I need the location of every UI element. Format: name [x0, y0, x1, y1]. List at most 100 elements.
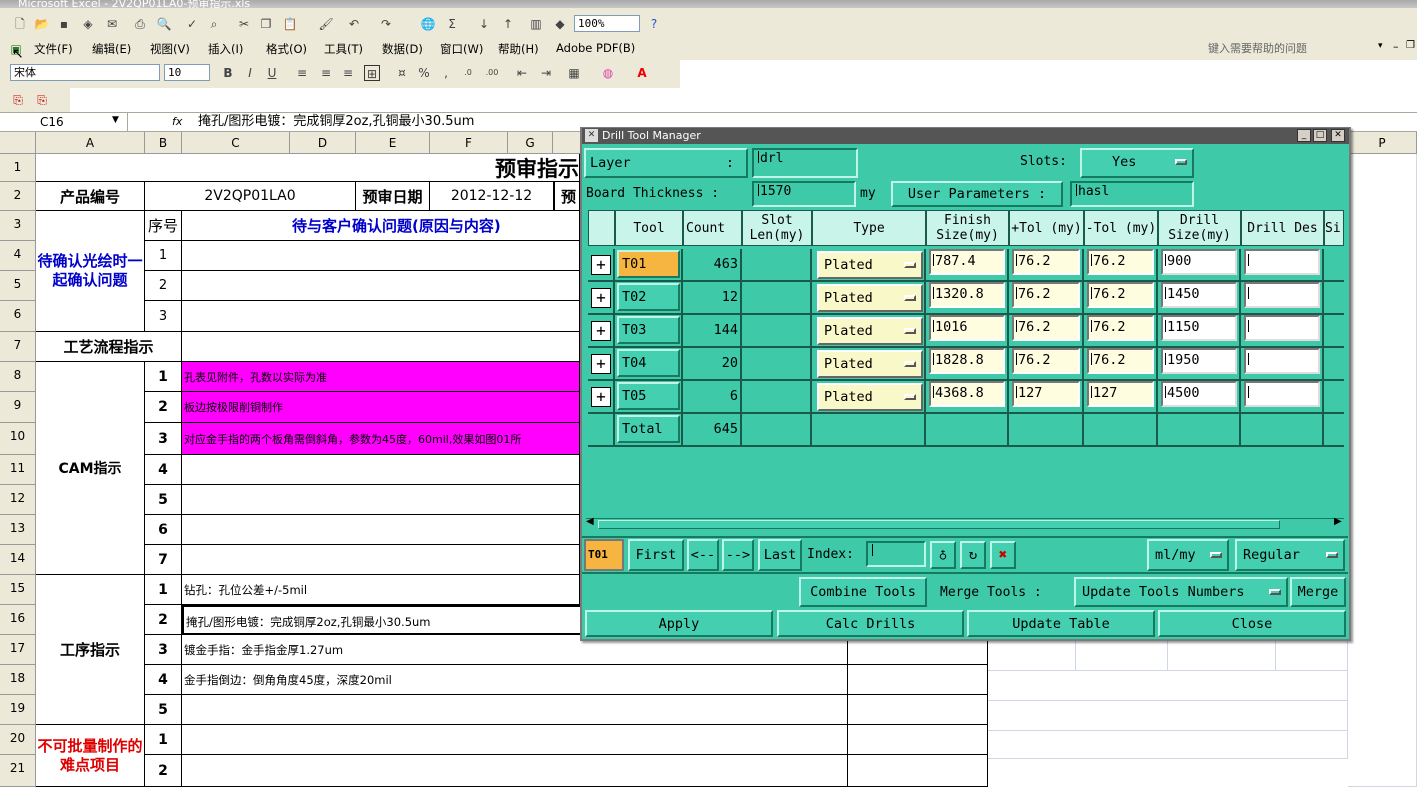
- restore-icon[interactable]: ❐: [1406, 40, 1415, 51]
- permission-icon[interactable]: ◈: [80, 16, 96, 32]
- thickness-input[interactable]: 1570: [752, 181, 856, 207]
- column-header[interactable]: E: [356, 132, 430, 154]
- dialog-close-icon[interactable]: ✕: [1331, 129, 1345, 142]
- save-icon[interactable]: ▪: [56, 16, 72, 32]
- slots-option[interactable]: Yes: [1080, 148, 1194, 178]
- cut-icon[interactable]: ✂: [236, 16, 252, 32]
- row-header[interactable]: 12: [0, 485, 36, 515]
- update-table-button[interactable]: Update Table: [967, 610, 1155, 637]
- find-bulb-icon[interactable]: ♁: [930, 541, 956, 569]
- grid-cell[interactable]: [988, 671, 1348, 701]
- mode-option[interactable]: Regular: [1235, 539, 1345, 571]
- seq-number[interactable]: 1: [145, 241, 182, 271]
- row-header[interactable]: 4: [0, 241, 36, 271]
- drill-des-input[interactable]: [1244, 315, 1320, 341]
- percent-icon[interactable]: %: [416, 65, 432, 81]
- scroll-left-icon[interactable]: ◀: [586, 516, 594, 527]
- cam-item[interactable]: [182, 545, 580, 575]
- hard-items-label[interactable]: 不可批量制作的难点项目: [36, 725, 145, 787]
- cam-item[interactable]: 孔表见附件，孔数以实际为准: [182, 362, 580, 392]
- menu-file[interactable]: 文件(F): [34, 41, 73, 57]
- scroll-thumb[interactable]: [598, 520, 1280, 529]
- header-slot-len[interactable]: Slot Len(my): [742, 210, 812, 246]
- seq-number[interactable]: 2: [145, 392, 182, 423]
- cam-item[interactable]: 对应金手指的两个板角需倒斜角，参数为45度，60mil,效果如图01所: [182, 423, 580, 455]
- date-label[interactable]: 预审日期: [356, 182, 430, 211]
- currency-icon[interactable]: ¤: [394, 65, 410, 81]
- user-parameters-button[interactable]: User Parameters :: [891, 181, 1063, 207]
- decrease-decimal-icon[interactable]: .00: [484, 65, 500, 81]
- print-icon[interactable]: ⎙: [132, 16, 148, 32]
- last-button[interactable]: Last: [758, 539, 802, 571]
- tool-button[interactable]: T01: [617, 250, 680, 278]
- layer-label[interactable]: Layer:: [584, 148, 748, 178]
- apply-button[interactable]: Apply: [585, 610, 773, 637]
- units-option[interactable]: ml/my: [1147, 539, 1229, 571]
- menu-window[interactable]: 窗口(W): [440, 41, 483, 57]
- finish-size-input[interactable]: 1016: [929, 315, 1005, 341]
- user-parameters-input[interactable]: hasl: [1070, 181, 1194, 207]
- drawing-icon[interactable]: ◆: [552, 16, 568, 32]
- bold-icon[interactable]: B: [220, 65, 236, 81]
- merge-option[interactable]: Update Tools Numbers: [1074, 577, 1288, 607]
- font-size-select[interactable]: 10: [164, 64, 210, 81]
- sort-asc-icon[interactable]: ↓: [476, 16, 492, 32]
- decrease-indent-icon[interactable]: ⇤: [514, 65, 530, 81]
- menu-edit[interactable]: 编辑(E): [92, 41, 131, 57]
- issue-cell[interactable]: [182, 271, 580, 301]
- drill-des-input[interactable]: [1244, 249, 1320, 275]
- zoom-select[interactable]: 100%: [574, 15, 640, 32]
- drill-size-input[interactable]: 900: [1161, 249, 1237, 275]
- issue-header[interactable]: 待与客户确认问题(原因与内容): [182, 211, 580, 241]
- row-header[interactable]: 1: [0, 154, 36, 182]
- cam-label[interactable]: CAM指示: [36, 362, 145, 575]
- tool-button[interactable]: T04: [617, 349, 680, 377]
- header-drill-size[interactable]: Drill Size(my): [1158, 210, 1241, 246]
- next-button[interactable]: -->: [722, 539, 754, 571]
- hard-item[interactable]: [182, 755, 848, 787]
- minus-tol-input[interactable]: 76.2: [1087, 315, 1154, 341]
- copy-icon[interactable]: ❐: [258, 16, 274, 32]
- confirm-section-label[interactable]: 待确认光绘时一起确认问题: [36, 211, 145, 332]
- menu-adobe-pdf[interactable]: Adobe PDF(B): [556, 41, 635, 55]
- merge-button[interactable]: Merge: [1290, 577, 1346, 607]
- cam-item[interactable]: [182, 455, 580, 485]
- first-button[interactable]: First: [628, 539, 684, 571]
- product-value[interactable]: 2V2QP01LA0: [145, 182, 356, 211]
- refresh-icon[interactable]: ↻: [960, 541, 986, 569]
- plus-tol-input[interactable]: 76.2: [1012, 315, 1080, 341]
- row-header[interactable]: 17: [0, 635, 36, 665]
- seq-number[interactable]: 6: [145, 515, 182, 545]
- seq-number[interactable]: 5: [145, 485, 182, 515]
- expand-plus-icon[interactable]: +: [591, 255, 611, 275]
- row-header[interactable]: 20: [0, 725, 36, 755]
- grid-cell[interactable]: [988, 731, 1348, 759]
- autosum-icon[interactable]: Σ: [444, 16, 460, 32]
- pdf-email-icon[interactable]: ⎘: [34, 92, 50, 108]
- help-dropdown-icon[interactable]: ▾: [1378, 41, 1383, 51]
- menu-help[interactable]: 帮助(H): [498, 41, 539, 57]
- formula-input[interactable]: 掩孔/图形电镀：完成铜厚2oz,孔铜最小30.5um: [198, 112, 474, 132]
- merge-center-icon[interactable]: ⊞: [364, 65, 380, 81]
- email-icon[interactable]: ✉: [104, 16, 120, 32]
- font-color-icon[interactable]: A: [634, 65, 650, 81]
- format-painter-icon[interactable]: 🖌: [318, 16, 334, 32]
- grid-column-p[interactable]: [1348, 154, 1417, 787]
- select-all-corner[interactable]: [0, 132, 36, 154]
- cam-item[interactable]: [182, 515, 580, 545]
- column-header[interactable]: P: [1348, 132, 1417, 154]
- row-header[interactable]: 2: [0, 182, 36, 211]
- menu-insert[interactable]: 插入(I): [208, 41, 243, 57]
- pdf-create-icon[interactable]: ⎘: [10, 92, 26, 108]
- tool-button[interactable]: T03: [617, 316, 680, 344]
- hard-extra-cell[interactable]: [848, 725, 988, 755]
- header-expand[interactable]: [588, 210, 615, 246]
- row-header[interactable]: 9: [0, 392, 36, 423]
- help-search-input[interactable]: 键入需要帮助的问题: [1208, 40, 1388, 56]
- tool-button[interactable]: T05: [617, 382, 680, 410]
- header-type[interactable]: Type: [812, 210, 926, 246]
- prev-button[interactable]: <--: [687, 539, 719, 571]
- issue-cell[interactable]: [182, 241, 580, 271]
- align-left-icon[interactable]: ≡: [294, 65, 310, 81]
- column-header[interactable]: D: [290, 132, 356, 154]
